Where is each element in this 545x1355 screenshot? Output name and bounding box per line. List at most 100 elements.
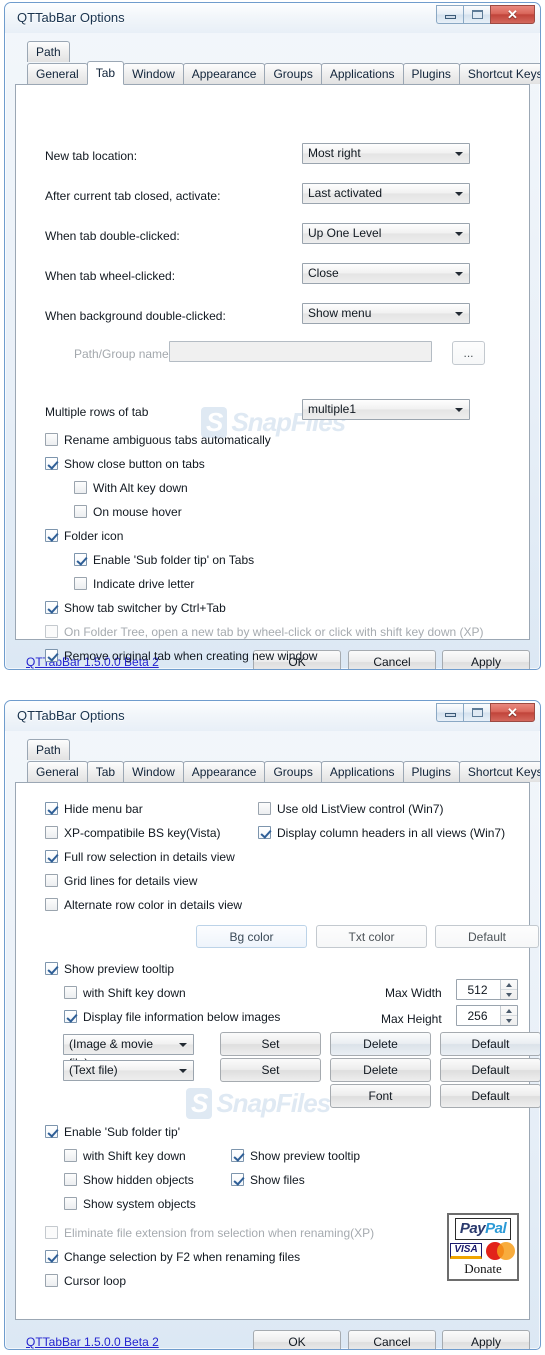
ok-button[interactable]: OK xyxy=(253,1330,341,1349)
minimize-icon xyxy=(444,713,456,717)
titlebar-tab-window[interactable]: QTTabBar Options ✕ xyxy=(5,3,540,33)
checkbox-enable-sub-folder-tip[interactable]: Enable 'Sub folder tip' xyxy=(45,1125,180,1139)
tab-applications[interactable]: Applications xyxy=(320,63,404,84)
caption-buttons: ✕ xyxy=(436,703,535,722)
checkbox-with-alt-key-down[interactable]: With Alt key down xyxy=(74,481,188,495)
checkbox-enable-sub-folder-tip-on-tabs[interactable]: Enable 'Sub folder tip' on Tabs xyxy=(74,553,254,567)
titlebar-misc-window[interactable]: QTTabBar Options ✕ xyxy=(5,701,540,731)
resize-grip[interactable] xyxy=(523,669,535,670)
combo-tab-wheel-clicked[interactable]: Close xyxy=(302,263,470,284)
checkbox-cursor-loop[interactable]: Cursor loop xyxy=(45,1274,126,1288)
version-link[interactable]: QTTabBar 1.5.0.0 Beta 2 xyxy=(26,1335,159,1349)
combo-tab-double-clicked[interactable]: Up One Level xyxy=(302,223,470,244)
checkbox-folder-icon[interactable]: Folder icon xyxy=(45,529,123,543)
paypal-logo-pay: Pay xyxy=(459,1220,486,1237)
checkbox-use-old-listview[interactable]: Use old ListView control (Win7) xyxy=(258,802,444,816)
color-default-button[interactable]: Default xyxy=(435,925,539,948)
tab-general[interactable]: General xyxy=(27,63,88,84)
paypal-donate-button[interactable]: PayPal VISA Donate xyxy=(447,1213,519,1282)
tab-tab[interactable]: Tab xyxy=(86,761,125,782)
checkbox-grid-lines-details-view[interactable]: Grid lines for details view xyxy=(45,874,197,888)
spinner-arrows[interactable] xyxy=(500,1006,517,1025)
tab-shortcut-keys[interactable]: Shortcut Keys xyxy=(458,761,540,782)
cancel-button[interactable]: Cancel xyxy=(348,650,436,669)
checkbox-label: Folder icon xyxy=(64,529,124,543)
tab-plugins[interactable]: Plugins xyxy=(402,761,460,782)
spinner-up-icon[interactable] xyxy=(501,1006,517,1016)
tab-general[interactable]: General xyxy=(27,761,88,782)
delete-image-movie-button[interactable]: Delete xyxy=(330,1032,431,1056)
checkbox-show-tab-switcher-ctrl-tab[interactable]: Show tab switcher by Ctrl+Tab xyxy=(45,601,226,615)
combo-multiple-rows-of-tab[interactable]: multiple1 xyxy=(302,399,470,420)
font-default-button[interactable]: Default xyxy=(440,1084,540,1108)
tab-path[interactable]: Path xyxy=(27,41,70,62)
apply-button[interactable]: Apply xyxy=(442,1330,530,1349)
tab-plugins[interactable]: Plugins xyxy=(402,63,460,84)
spinner-down-icon[interactable] xyxy=(501,1016,517,1025)
checkbox-change-selection-f2[interactable]: Change selection by F2 when renaming fil… xyxy=(45,1250,300,1264)
resize-grip[interactable] xyxy=(523,1349,535,1350)
spinner-up-icon[interactable] xyxy=(501,980,517,990)
checkbox-subfolder-with-shift-key[interactable]: with Shift key down xyxy=(64,1149,186,1163)
set-text-file-button[interactable]: Set xyxy=(220,1058,321,1082)
checkbox-show-close-button-on-tabs[interactable]: Show close button on tabs xyxy=(45,457,205,471)
combo-new-tab-location[interactable]: Most right xyxy=(302,143,470,164)
close-button[interactable]: ✕ xyxy=(490,703,535,722)
combo-background-double-clicked[interactable]: Show menu xyxy=(302,303,470,324)
checkbox-show-system-objects[interactable]: Show system objects xyxy=(64,1197,196,1211)
tab-tab[interactable]: Tab xyxy=(86,61,125,85)
spinner-arrows[interactable] xyxy=(500,980,517,999)
close-button[interactable]: ✕ xyxy=(490,5,535,24)
bg-color-button[interactable]: Bg color xyxy=(196,925,307,948)
apply-button[interactable]: Apply xyxy=(442,650,530,669)
delete-text-file-button[interactable]: Delete xyxy=(330,1058,431,1082)
checkbox-alternate-row-color[interactable]: Alternate row color in details view xyxy=(45,898,242,912)
checkbox-box xyxy=(45,962,58,975)
tab-applications[interactable]: Applications xyxy=(320,761,404,782)
spinner-max-width[interactable]: 512 xyxy=(456,979,518,1000)
input-path-group-name[interactable] xyxy=(169,341,432,362)
checkbox-box xyxy=(45,1250,58,1263)
checkbox-subfolder-show-preview-tooltip[interactable]: Show preview tooltip xyxy=(231,1149,360,1163)
checkbox-remove-original-tab[interactable]: Remove original tab when creating new wi… xyxy=(45,649,317,663)
cancel-button[interactable]: Cancel xyxy=(348,1330,436,1349)
checkbox-xp-compatible-bs-key[interactable]: XP-compatibile BS key(Vista) xyxy=(45,826,221,840)
maximize-button[interactable] xyxy=(463,703,490,722)
tab-window[interactable]: Window xyxy=(123,761,184,782)
combo-image-movie-file[interactable]: (Image & movie file) xyxy=(63,1034,194,1070)
font-button[interactable]: Font xyxy=(330,1084,431,1108)
tab-appearance[interactable]: Appearance xyxy=(182,761,266,782)
checkbox-show-hidden-objects[interactable]: Show hidden objects xyxy=(64,1173,194,1187)
checkbox-indicate-drive-letter[interactable]: Indicate drive letter xyxy=(74,577,194,591)
checkbox-show-files[interactable]: Show files xyxy=(231,1173,305,1187)
tab-groups[interactable]: Groups xyxy=(264,63,322,84)
checkbox-display-column-headers[interactable]: Display column headers in all views (Win… xyxy=(258,826,505,840)
checkbox-display-file-info-below-images[interactable]: Display file information below images xyxy=(64,1010,280,1024)
spinner-max-height[interactable]: 256 xyxy=(456,1005,518,1026)
minimize-button[interactable] xyxy=(436,703,463,722)
checkbox-show-preview-tooltip[interactable]: Show preview tooltip xyxy=(45,962,174,976)
checkbox-label: Show files xyxy=(250,1173,305,1187)
checkbox-box xyxy=(45,433,58,446)
checkbox-on-mouse-hover[interactable]: On mouse hover xyxy=(74,505,182,519)
set-image-movie-button[interactable]: Set xyxy=(220,1032,321,1056)
default-text-file-button[interactable]: Default xyxy=(440,1058,540,1082)
checkbox-hide-menu-bar[interactable]: Hide menu bar xyxy=(45,802,143,816)
tab-path[interactable]: Path xyxy=(27,739,70,760)
default-image-movie-button[interactable]: Default xyxy=(440,1032,540,1056)
tab-window[interactable]: Window xyxy=(123,63,184,84)
tab-shortcut-keys[interactable]: Shortcut Keys xyxy=(458,63,540,84)
spinner-max-width-value: 512 xyxy=(467,982,488,997)
minimize-button[interactable] xyxy=(436,5,463,24)
txt-color-button[interactable]: Txt color xyxy=(316,925,427,948)
browse-button[interactable]: ... xyxy=(452,341,485,365)
checkbox-full-row-selection[interactable]: Full row selection in details view xyxy=(45,850,235,864)
tab-appearance[interactable]: Appearance xyxy=(182,63,266,84)
checkbox-rename-ambiguous-tabs[interactable]: Rename ambiguous tabs automatically xyxy=(45,433,271,447)
checkbox-preview-with-shift-key[interactable]: with Shift key down xyxy=(64,986,186,1000)
maximize-button[interactable] xyxy=(463,5,490,24)
tab-groups[interactable]: Groups xyxy=(264,761,322,782)
spinner-down-icon[interactable] xyxy=(501,990,517,999)
combo-text-file[interactable]: (Text file) xyxy=(63,1060,194,1081)
combo-after-tab-closed[interactable]: Last activated xyxy=(302,183,470,204)
